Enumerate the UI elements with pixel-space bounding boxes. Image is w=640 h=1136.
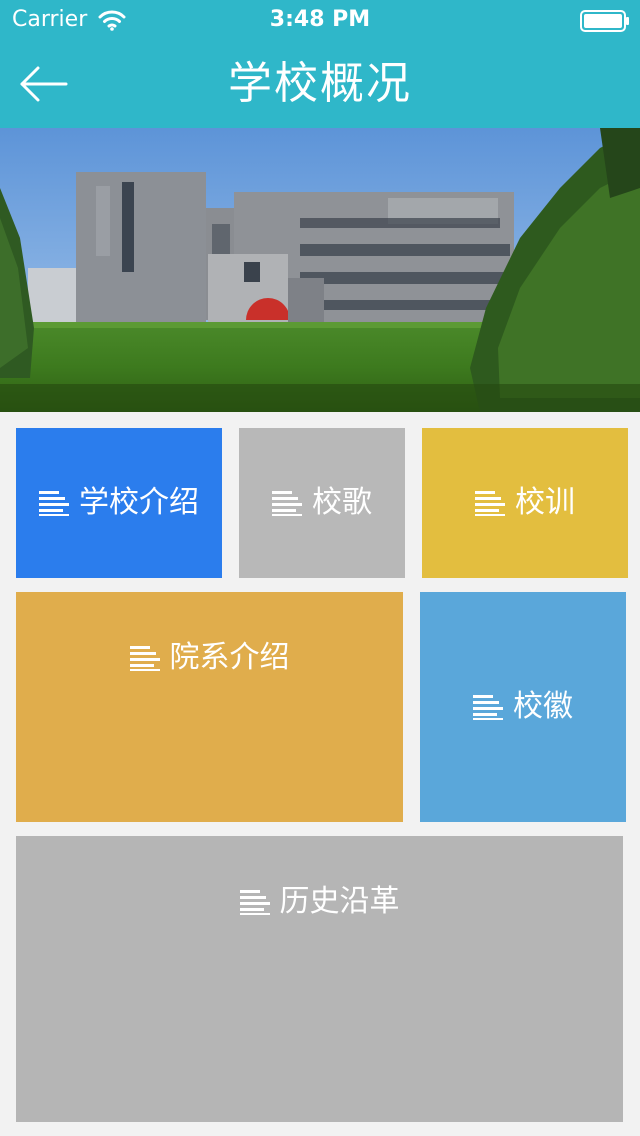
tile-school-song-content: 校歌 xyxy=(239,483,405,523)
tile-history-content: 历史沿革 xyxy=(16,882,623,922)
tile-school-intro-content: 学校介绍 xyxy=(16,483,222,523)
tile-school-badge-label: 校徽 xyxy=(513,689,573,724)
campus-banner-image xyxy=(0,128,640,412)
tile-departments-label: 院系介绍 xyxy=(169,640,290,675)
status-time: 3:48 PM xyxy=(269,7,371,32)
tile-school-song[interactable]: 校歌 xyxy=(239,428,405,578)
list-icon xyxy=(39,491,69,516)
tile-school-badge-content: 校徽 xyxy=(420,687,626,727)
tile-school-motto-label: 校训 xyxy=(515,485,575,520)
status-bar: Carrier 3:48 PM xyxy=(0,0,640,40)
tile-school-intro-label: 学校介绍 xyxy=(79,485,199,520)
nav-bar: 学校概况 xyxy=(0,40,640,128)
tile-school-badge[interactable]: 校徽 xyxy=(420,592,626,822)
tile-school-motto[interactable]: 校训 xyxy=(422,428,628,578)
campus-photo xyxy=(0,128,640,412)
battery-icon xyxy=(580,10,629,32)
page-title: 学校概况 xyxy=(228,58,412,109)
tile-departments[interactable]: 院系介绍 xyxy=(16,592,403,822)
list-icon xyxy=(473,695,503,720)
tile-school-intro[interactable]: 学校介绍 xyxy=(16,428,222,578)
list-icon xyxy=(272,491,302,516)
list-icon xyxy=(129,646,160,671)
tile-school-motto-content: 校训 xyxy=(422,483,628,523)
tile-history-label: 历史沿革 xyxy=(279,884,400,919)
tile-school-song-label: 校歌 xyxy=(312,485,372,520)
tile-history[interactable]: 历史沿革 xyxy=(16,836,623,1122)
list-icon xyxy=(475,491,505,516)
list-icon xyxy=(239,890,270,915)
tile-departments-content: 院系介绍 xyxy=(16,638,403,678)
header: Carrier 3:48 PM 学校概况 xyxy=(0,0,640,128)
